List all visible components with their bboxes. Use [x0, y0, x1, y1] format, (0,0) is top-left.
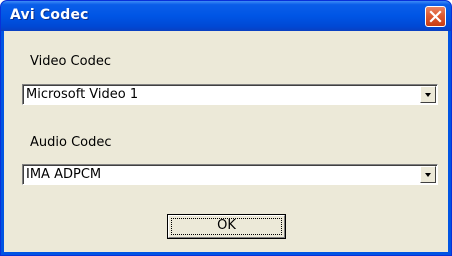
audio-codec-select[interactable]: IMA ADPCM [22, 164, 438, 185]
ok-button-label: OK [217, 218, 236, 233]
ok-button[interactable]: OK [167, 214, 286, 239]
avi-codec-dialog: Avi Codec Video Codec Microsoft Video 1 … [0, 0, 452, 256]
window-title: Avi Codec [10, 7, 89, 23]
video-codec-select[interactable]: Microsoft Video 1 [22, 84, 438, 105]
audio-codec-label: Audio Codec [30, 135, 112, 150]
video-codec-value: Microsoft Video 1 [26, 87, 139, 102]
title-bar[interactable]: Avi Codec [1, 1, 451, 31]
close-button[interactable] [425, 6, 446, 27]
chevron-down-icon [425, 93, 431, 97]
audio-codec-dropdown-button[interactable] [420, 166, 436, 183]
video-codec-dropdown-button[interactable] [420, 86, 436, 103]
audio-codec-value: IMA ADPCM [26, 167, 102, 182]
chevron-down-icon [425, 173, 431, 177]
video-codec-label: Video Codec [30, 54, 111, 69]
dialog-client-area: Video Codec Microsoft Video 1 Audio Code… [4, 31, 448, 252]
close-icon [429, 10, 442, 23]
